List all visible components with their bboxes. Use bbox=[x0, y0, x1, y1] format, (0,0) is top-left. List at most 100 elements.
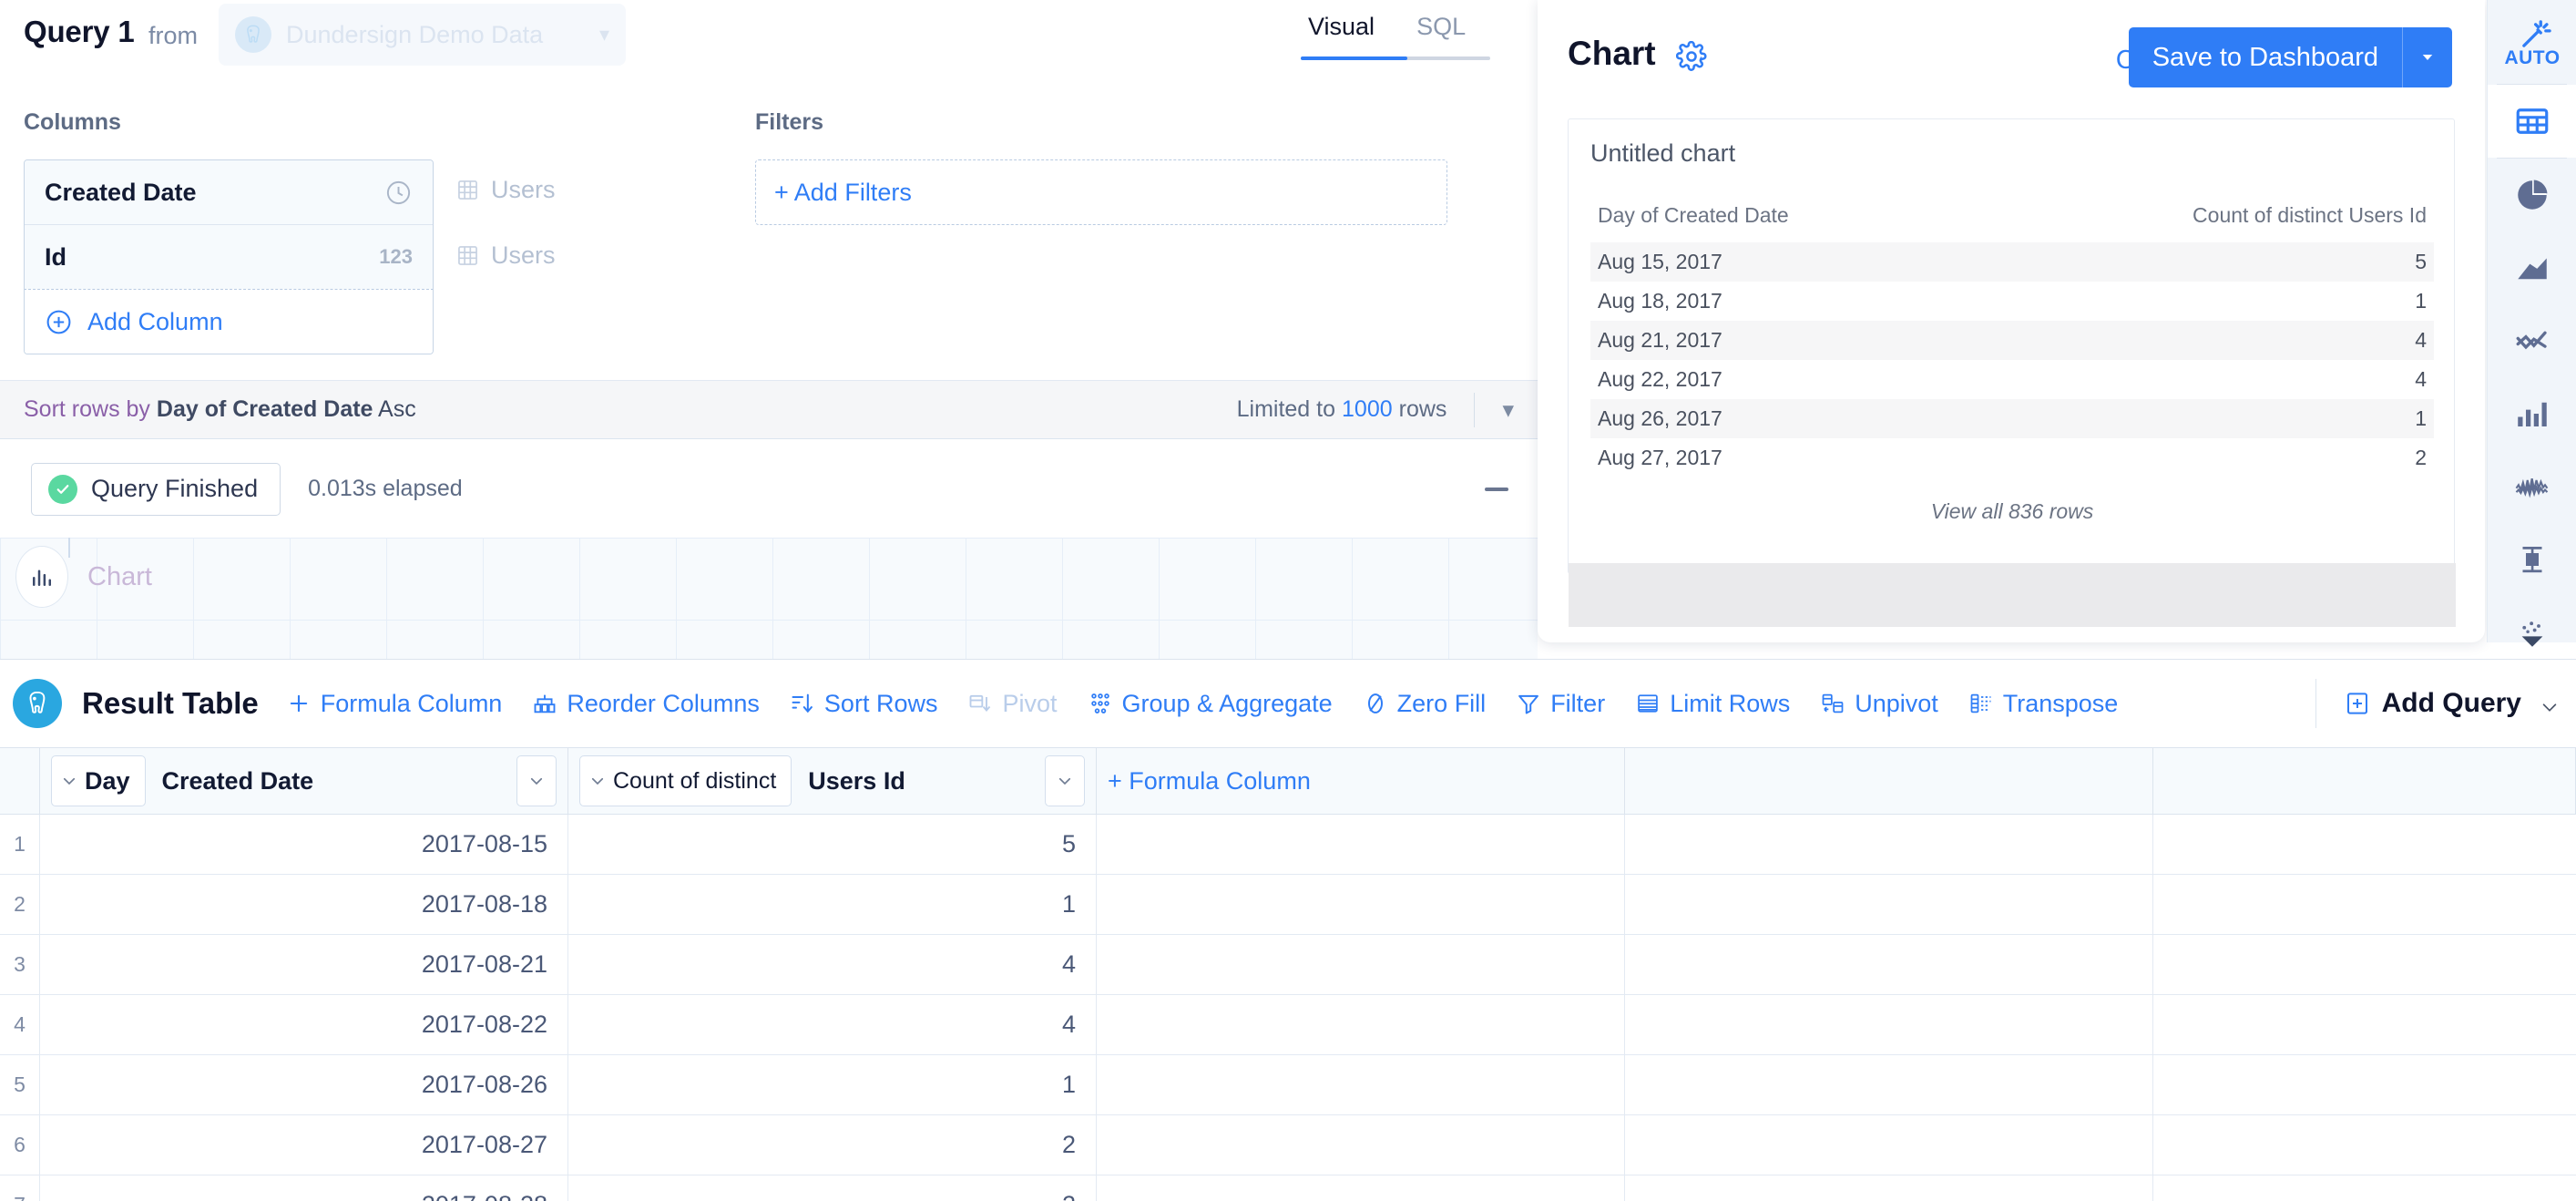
cell-empty[interactable] bbox=[1625, 815, 2153, 874]
view-all-rows-link[interactable]: View all 836 rows bbox=[1590, 499, 2434, 524]
cell-count: 1 bbox=[2415, 406, 2427, 430]
rail-item-stream[interactable] bbox=[2488, 450, 2576, 523]
grid-add-formula-column[interactable]: + Formula Column bbox=[1097, 748, 1625, 814]
table-row[interactable]: 6 2017-08-27 2 bbox=[0, 1115, 2576, 1175]
query-status-button[interactable]: Query Finished bbox=[31, 462, 281, 516]
action-reorder-columns[interactable]: Reorder Columns bbox=[532, 690, 760, 718]
table-row[interactable]: 3 2017-08-21 4 bbox=[0, 935, 2576, 995]
row-limit-control[interactable]: Limited to 1000 rows ▾ bbox=[1237, 392, 1538, 427]
rail-item-line[interactable] bbox=[2488, 304, 2576, 377]
cell-empty[interactable] bbox=[1625, 1175, 2153, 1201]
chart-node-tab[interactable]: Chart bbox=[16, 547, 152, 607]
rail-item-auto[interactable]: AUTO bbox=[2488, 0, 2576, 84]
cell-empty[interactable] bbox=[1097, 995, 1625, 1054]
column-row-created-date[interactable]: Created Date bbox=[25, 160, 433, 225]
action-unpivot[interactable]: Unpivot bbox=[1820, 690, 1938, 718]
rail-item-table[interactable] bbox=[2488, 85, 2576, 158]
table-icon bbox=[2516, 108, 2549, 134]
aggregation-selector-count-distinct[interactable]: Count of distinct bbox=[579, 755, 792, 806]
grid-column-header-created-date[interactable]: Day Created Date bbox=[40, 748, 568, 814]
column-row-id[interactable]: Id 123 bbox=[25, 225, 433, 290]
cell-empty[interactable] bbox=[1625, 875, 2153, 934]
limit-value[interactable]: 1000 bbox=[1335, 396, 1399, 423]
table-row[interactable]: 2 2017-08-18 1 bbox=[0, 875, 2576, 935]
cell-users-id-count[interactable]: 2 bbox=[568, 1115, 1097, 1175]
datasource-selector[interactable]: Dundersign Demo Data ▾ bbox=[219, 4, 626, 66]
cell-empty[interactable] bbox=[2153, 1175, 2576, 1201]
chart-table-row: Aug 22, 2017 4 bbox=[1590, 360, 2434, 399]
cell-empty[interactable] bbox=[1625, 935, 2153, 994]
add-column-button[interactable]: Add Column bbox=[25, 289, 433, 354]
cell-empty[interactable] bbox=[1625, 1055, 2153, 1114]
divider bbox=[1474, 392, 1476, 427]
cell-created-date[interactable]: 2017-08-28 bbox=[40, 1175, 568, 1201]
cell-empty[interactable] bbox=[1625, 1115, 2153, 1175]
cell-empty[interactable] bbox=[1625, 995, 2153, 1054]
cell-empty[interactable] bbox=[2153, 1055, 2576, 1114]
add-filters-button[interactable]: + Add Filters bbox=[755, 159, 1447, 225]
rail-item-box-plot[interactable] bbox=[2488, 523, 2576, 596]
add-query-button[interactable]: Add Query bbox=[2344, 688, 2560, 719]
table-icon bbox=[458, 180, 477, 200]
collapse-icon[interactable] bbox=[1485, 487, 1508, 491]
cell-empty[interactable] bbox=[2153, 995, 2576, 1054]
action-filter[interactable]: Filter bbox=[1516, 690, 1605, 718]
group-icon bbox=[1088, 691, 1113, 716]
chart-title-input[interactable]: Untitled chart bbox=[1590, 139, 1735, 168]
save-to-dashboard-button[interactable]: Save to Dashboard bbox=[2128, 27, 2452, 87]
action-group-aggregate[interactable]: Group & Aggregate bbox=[1088, 690, 1333, 718]
chevron-down-icon[interactable] bbox=[2403, 49, 2452, 66]
cell-created-date[interactable]: 2017-08-18 bbox=[40, 875, 568, 934]
grid-column-header-users-id[interactable]: Count of distinct Users Id bbox=[568, 748, 1097, 814]
column-source-users-2: Users bbox=[455, 241, 556, 270]
action-zero-fill[interactable]: Zero Fill bbox=[1363, 690, 1486, 718]
cell-empty[interactable] bbox=[1097, 935, 1625, 994]
cell-empty[interactable] bbox=[2153, 815, 2576, 874]
aggregation-selector-day[interactable]: Day bbox=[51, 755, 146, 806]
column-menu-button[interactable] bbox=[516, 755, 557, 806]
cell-users-id-count[interactable]: 4 bbox=[568, 995, 1097, 1054]
cell-created-date[interactable]: 2017-08-27 bbox=[40, 1115, 568, 1175]
tab-visual[interactable]: Visual bbox=[1301, 7, 1382, 56]
cell-empty[interactable] bbox=[1097, 1055, 1625, 1114]
table-row[interactable]: 4 2017-08-22 4 bbox=[0, 995, 2576, 1055]
cell-created-date[interactable]: 2017-08-15 bbox=[40, 815, 568, 874]
cell-created-date[interactable]: 2017-08-21 bbox=[40, 935, 568, 994]
cell-empty[interactable] bbox=[2153, 1115, 2576, 1175]
table-icon bbox=[458, 246, 477, 265]
chevron-down-icon[interactable]: ▾ bbox=[1502, 396, 1514, 424]
cell-empty[interactable] bbox=[1097, 815, 1625, 874]
cell-empty[interactable] bbox=[1097, 1115, 1625, 1175]
cell-empty[interactable] bbox=[2153, 875, 2576, 934]
cell-users-id-count[interactable]: 1 bbox=[568, 875, 1097, 934]
query-title[interactable]: Query 1 bbox=[24, 15, 135, 49]
tab-sql[interactable]: SQL bbox=[1409, 7, 1473, 56]
rail-item-funnel-scatter[interactable] bbox=[2488, 596, 2576, 669]
action-limit-rows[interactable]: Limit Rows bbox=[1635, 690, 1790, 718]
cell-count: 2 bbox=[2415, 446, 2427, 469]
table-row[interactable]: 7 2017-08-28 2 bbox=[0, 1175, 2576, 1201]
chevron-down-icon[interactable] bbox=[2540, 693, 2560, 713]
rail-item-bar[interactable] bbox=[2488, 377, 2576, 450]
action-transpose[interactable]: Transpose bbox=[1968, 690, 2118, 718]
cell-users-id-count[interactable]: 1 bbox=[568, 1055, 1097, 1114]
cell-users-id-count[interactable]: 5 bbox=[568, 815, 1097, 874]
cell-users-id-count[interactable]: 4 bbox=[568, 935, 1097, 994]
rail-item-area[interactable] bbox=[2488, 231, 2576, 304]
cell-empty[interactable] bbox=[1097, 875, 1625, 934]
cell-created-date[interactable]: 2017-08-26 bbox=[40, 1055, 568, 1114]
gear-icon[interactable] bbox=[1675, 40, 1707, 72]
action-formula-column[interactable]: Formula Column bbox=[286, 690, 502, 718]
magic-wand-icon bbox=[2517, 15, 2551, 47]
rail-item-pie[interactable] bbox=[2488, 159, 2576, 231]
action-sort-rows[interactable]: Sort Rows bbox=[790, 690, 937, 718]
sort-rows-descriptor[interactable]: Sort rows by Day of Created Date Asc bbox=[24, 396, 416, 423]
column-menu-button[interactable] bbox=[1045, 755, 1085, 806]
cell-created-date[interactable]: 2017-08-22 bbox=[40, 995, 568, 1054]
table-row[interactable]: 5 2017-08-26 1 bbox=[0, 1055, 2576, 1115]
table-row[interactable]: 1 2017-08-15 5 bbox=[0, 815, 2576, 875]
cell-empty[interactable] bbox=[2153, 935, 2576, 994]
cell-users-id-count[interactable]: 2 bbox=[568, 1175, 1097, 1201]
stream-chart-icon bbox=[2515, 478, 2549, 498]
cell-empty[interactable] bbox=[1097, 1175, 1625, 1201]
